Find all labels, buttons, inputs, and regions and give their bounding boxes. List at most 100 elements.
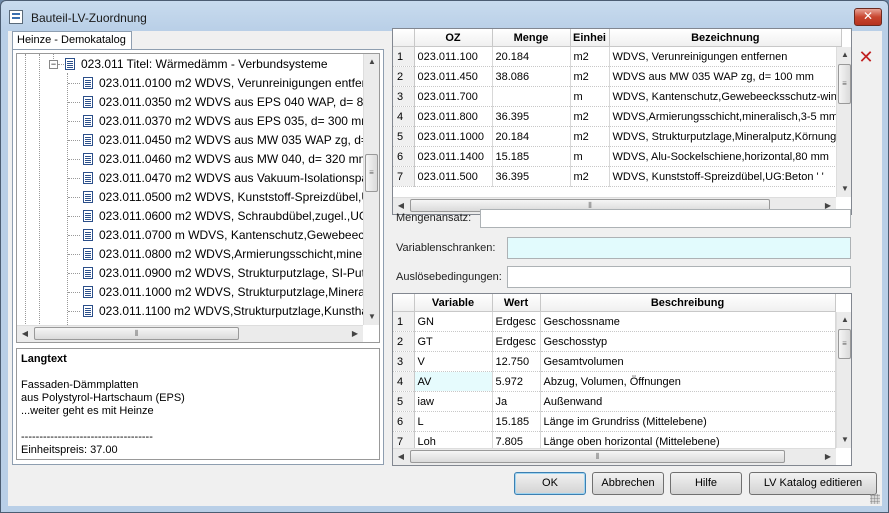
- variable-vertical-scrollbar[interactable]: ▲ ≡ ▼: [836, 312, 851, 448]
- bezeichnung-cell[interactable]: WDVS, Kunststoff-Spreizdübel,UG:Beton ' …: [609, 166, 843, 187]
- scroll-thumb[interactable]: ≡: [365, 154, 378, 192]
- tree-item[interactable]: 023.011.0370 m2 WDVS aus EPS 035, d= 300…: [83, 112, 379, 131]
- tree-item[interactable]: 023.011.1000 m2 WDVS, Strukturputzlage,M…: [83, 283, 379, 302]
- tree-vertical-scrollbar[interactable]: ▲ ≡ ▼: [363, 54, 379, 325]
- column-header-wert[interactable]: Wert: [492, 294, 541, 312]
- tree-item[interactable]: 023.011.0100 m2 WDVS, Verunreinigungen e…: [83, 74, 379, 93]
- column-header-menge[interactable]: Menge: [492, 29, 571, 47]
- scroll-up-icon[interactable]: ▲: [364, 54, 379, 70]
- scroll-up-icon[interactable]: ▲: [837, 312, 851, 328]
- tab-heinze-demokatalog[interactable]: Heinze - Demokatalog: [12, 31, 132, 49]
- oz-vertical-scrollbar[interactable]: ▲ ≡ ▼: [836, 47, 851, 197]
- bezeichnung-cell[interactable]: WDVS,Armierungsschicht,mineralisch,3-5 m…: [609, 106, 843, 127]
- oz-cell[interactable]: 023.011.1400: [414, 146, 493, 167]
- einheit-cell[interactable]: m2: [570, 106, 610, 127]
- einheit-cell[interactable]: m2: [570, 46, 610, 67]
- tree-item[interactable]: 023.011.0450 m2 WDVS aus MW 035 WAP zg, …: [83, 131, 379, 150]
- wert-cell[interactable]: Ja: [492, 391, 541, 412]
- menge-cell[interactable]: 20.184: [492, 46, 571, 67]
- tree-item[interactable]: 023.011.0470 m2 WDVS aus Vakuum-Isolatio…: [83, 169, 379, 188]
- scroll-right-icon[interactable]: ▶: [820, 449, 836, 465]
- einheit-cell[interactable]: m2: [570, 166, 610, 187]
- bezeichnung-cell[interactable]: WDVS, Strukturputzlage,Mineralputz,Körnu…: [609, 126, 843, 147]
- ausloesebedingungen-input[interactable]: [507, 266, 851, 288]
- table-row[interactable]: 6 L 15.185 Länge im Grundriss (Mittelebene): [393, 411, 836, 432]
- column-header-beschreibung[interactable]: Beschreibung: [540, 294, 836, 312]
- abbrechen-button[interactable]: Abbrechen: [592, 472, 664, 495]
- scroll-down-icon[interactable]: ▼: [364, 309, 379, 325]
- oz-cell[interactable]: 023.011.1000: [414, 126, 493, 147]
- scroll-thumb[interactable]: ≡: [838, 329, 851, 359]
- oz-cell[interactable]: 023.011.450: [414, 66, 493, 87]
- einheit-cell[interactable]: m: [570, 146, 610, 167]
- tree-item[interactable]: 023.011.0700 m WDVS, Kantenschutz,Gewebe…: [83, 226, 379, 245]
- scroll-left-icon[interactable]: ◀: [17, 326, 33, 342]
- table-row[interactable]: 1 023.011.100 20.184 m2 WDVS, Verunreinigung…: [393, 46, 843, 67]
- oz-cell[interactable]: 023.011.500: [414, 166, 493, 187]
- wert-cell[interactable]: Erdgesc: [492, 331, 541, 352]
- oz-cell[interactable]: 023.011.800: [414, 106, 493, 127]
- beschreibung-cell[interactable]: Gesamtvolumen: [540, 351, 836, 372]
- menge-cell[interactable]: 38.086: [492, 66, 571, 87]
- table-row[interactable]: 4 AV 5.972 Abzug, Volumen, Öffnungen: [393, 371, 836, 392]
- oz-table[interactable]: OZ Menge Einhei Bezeichnung 1 023.011.100…: [392, 28, 852, 215]
- table-row[interactable]: 2 023.011.450 38.086 m2 WDVS aus MW 035 WAP …: [393, 66, 843, 87]
- hilfe-button[interactable]: Hilfe: [670, 472, 742, 495]
- beschreibung-cell[interactable]: Außenwand: [540, 391, 836, 412]
- tree-item[interactable]: 023.011.0460 m2 WDVS aus MW 040, d= 320 …: [83, 150, 379, 169]
- resize-grip[interactable]: [870, 494, 880, 504]
- oz-cell[interactable]: 023.011.100: [414, 46, 493, 67]
- variable-cell[interactable]: L: [414, 411, 493, 432]
- tree-item[interactable]: 023.011.0500 m2 WDVS, Kunststoff-Spreizd…: [83, 188, 379, 207]
- variable-cell[interactable]: GT: [414, 331, 493, 352]
- collapse-icon[interactable]: −: [49, 60, 58, 69]
- column-header-einheit[interactable]: Einhei: [570, 29, 610, 47]
- mengenansatz-input[interactable]: [480, 209, 851, 228]
- table-row[interactable]: 1 GN Erdgesc Geschossname: [393, 311, 836, 332]
- bezeichnung-cell[interactable]: WDVS aus MW 035 WAP zg, d= 100 mm: [609, 66, 843, 87]
- variable-cell[interactable]: AV: [414, 371, 493, 392]
- table-row[interactable]: 3 V 12.750 Gesamtvolumen: [393, 351, 836, 372]
- variablenschranken-input[interactable]: [507, 237, 851, 259]
- menge-cell[interactable]: 36.395: [492, 106, 571, 127]
- beschreibung-cell[interactable]: Abzug, Volumen, Öffnungen: [540, 371, 836, 392]
- tree-item[interactable]: 023.011.0800 m2 WDVS,Armierungsschicht,m…: [83, 245, 376, 264]
- einheit-cell[interactable]: m: [570, 86, 610, 107]
- ok-button[interactable]: OK: [514, 472, 586, 495]
- variable-cell[interactable]: V: [414, 351, 493, 372]
- column-header-bezeichnung[interactable]: Bezeichnung: [609, 29, 843, 47]
- oz-cell[interactable]: 023.011.700: [414, 86, 493, 107]
- beschreibung-cell[interactable]: Geschosstyp: [540, 331, 836, 352]
- column-header-oz[interactable]: OZ: [414, 29, 493, 47]
- table-row[interactable]: 3 023.011.700 m WDVS, Kantenschutz,Gewebeec…: [393, 86, 843, 107]
- tree-item[interactable]: 023.011.0350 m2 WDVS aus EPS 040 WAP, d=…: [83, 93, 379, 112]
- delete-icon[interactable]: ✕: [856, 47, 876, 67]
- scroll-thumb[interactable]: ⦀: [410, 450, 785, 463]
- tree-item[interactable]: 023.011.0600 m2 WDVS, Schraubdübel,zugel…: [83, 207, 379, 226]
- einheit-cell[interactable]: m2: [570, 66, 610, 87]
- wert-cell[interactable]: 15.185: [492, 411, 541, 432]
- table-row[interactable]: 4 023.011.800 36.395 m2 WDVS,Armierungsschic…: [393, 106, 843, 127]
- table-row[interactable]: 5 023.011.1000 20.184 m2 WDVS, Strukturputzl…: [393, 126, 843, 147]
- bezeichnung-cell[interactable]: WDVS, Kantenschutz,Gewebeecksschutz-win: [609, 86, 843, 107]
- wert-cell[interactable]: 5.972: [492, 371, 541, 392]
- menge-cell[interactable]: 36.395: [492, 166, 571, 187]
- table-row[interactable]: 5 iaw Ja Außenwand: [393, 391, 836, 412]
- variable-cell[interactable]: iaw: [414, 391, 493, 412]
- einheit-cell[interactable]: m2: [570, 126, 610, 147]
- column-header-variable[interactable]: Variable: [414, 294, 493, 312]
- variable-table[interactable]: Variable Wert Beschreibung 1 GN Erdgesc Ges…: [392, 293, 852, 466]
- scroll-down-icon[interactable]: ▼: [837, 181, 851, 197]
- scroll-thumb[interactable]: ≡: [838, 64, 851, 104]
- table-row[interactable]: 2 GT Erdgesc Geschosstyp: [393, 331, 836, 352]
- beschreibung-cell[interactable]: Länge im Grundriss (Mittelebene): [540, 411, 836, 432]
- bezeichnung-cell[interactable]: WDVS, Alu-Sockelschiene,horizontal,80 mm: [609, 146, 843, 167]
- scroll-up-icon[interactable]: ▲: [837, 47, 851, 63]
- catalog-tree[interactable]: − 023.011 Titel: Wärmedämm - Verbundsyst…: [16, 53, 380, 343]
- menge-cell[interactable]: 20.184: [492, 126, 571, 147]
- variable-cell[interactable]: GN: [414, 311, 493, 332]
- beschreibung-cell[interactable]: Geschossname: [540, 311, 836, 332]
- tree-item[interactable]: 023.011.1100 m2 WDVS,Strukturputzlage,Ku…: [83, 302, 378, 321]
- wert-cell[interactable]: 12.750: [492, 351, 541, 372]
- lv-katalog-editieren-button[interactable]: LV Katalog editieren: [749, 472, 877, 495]
